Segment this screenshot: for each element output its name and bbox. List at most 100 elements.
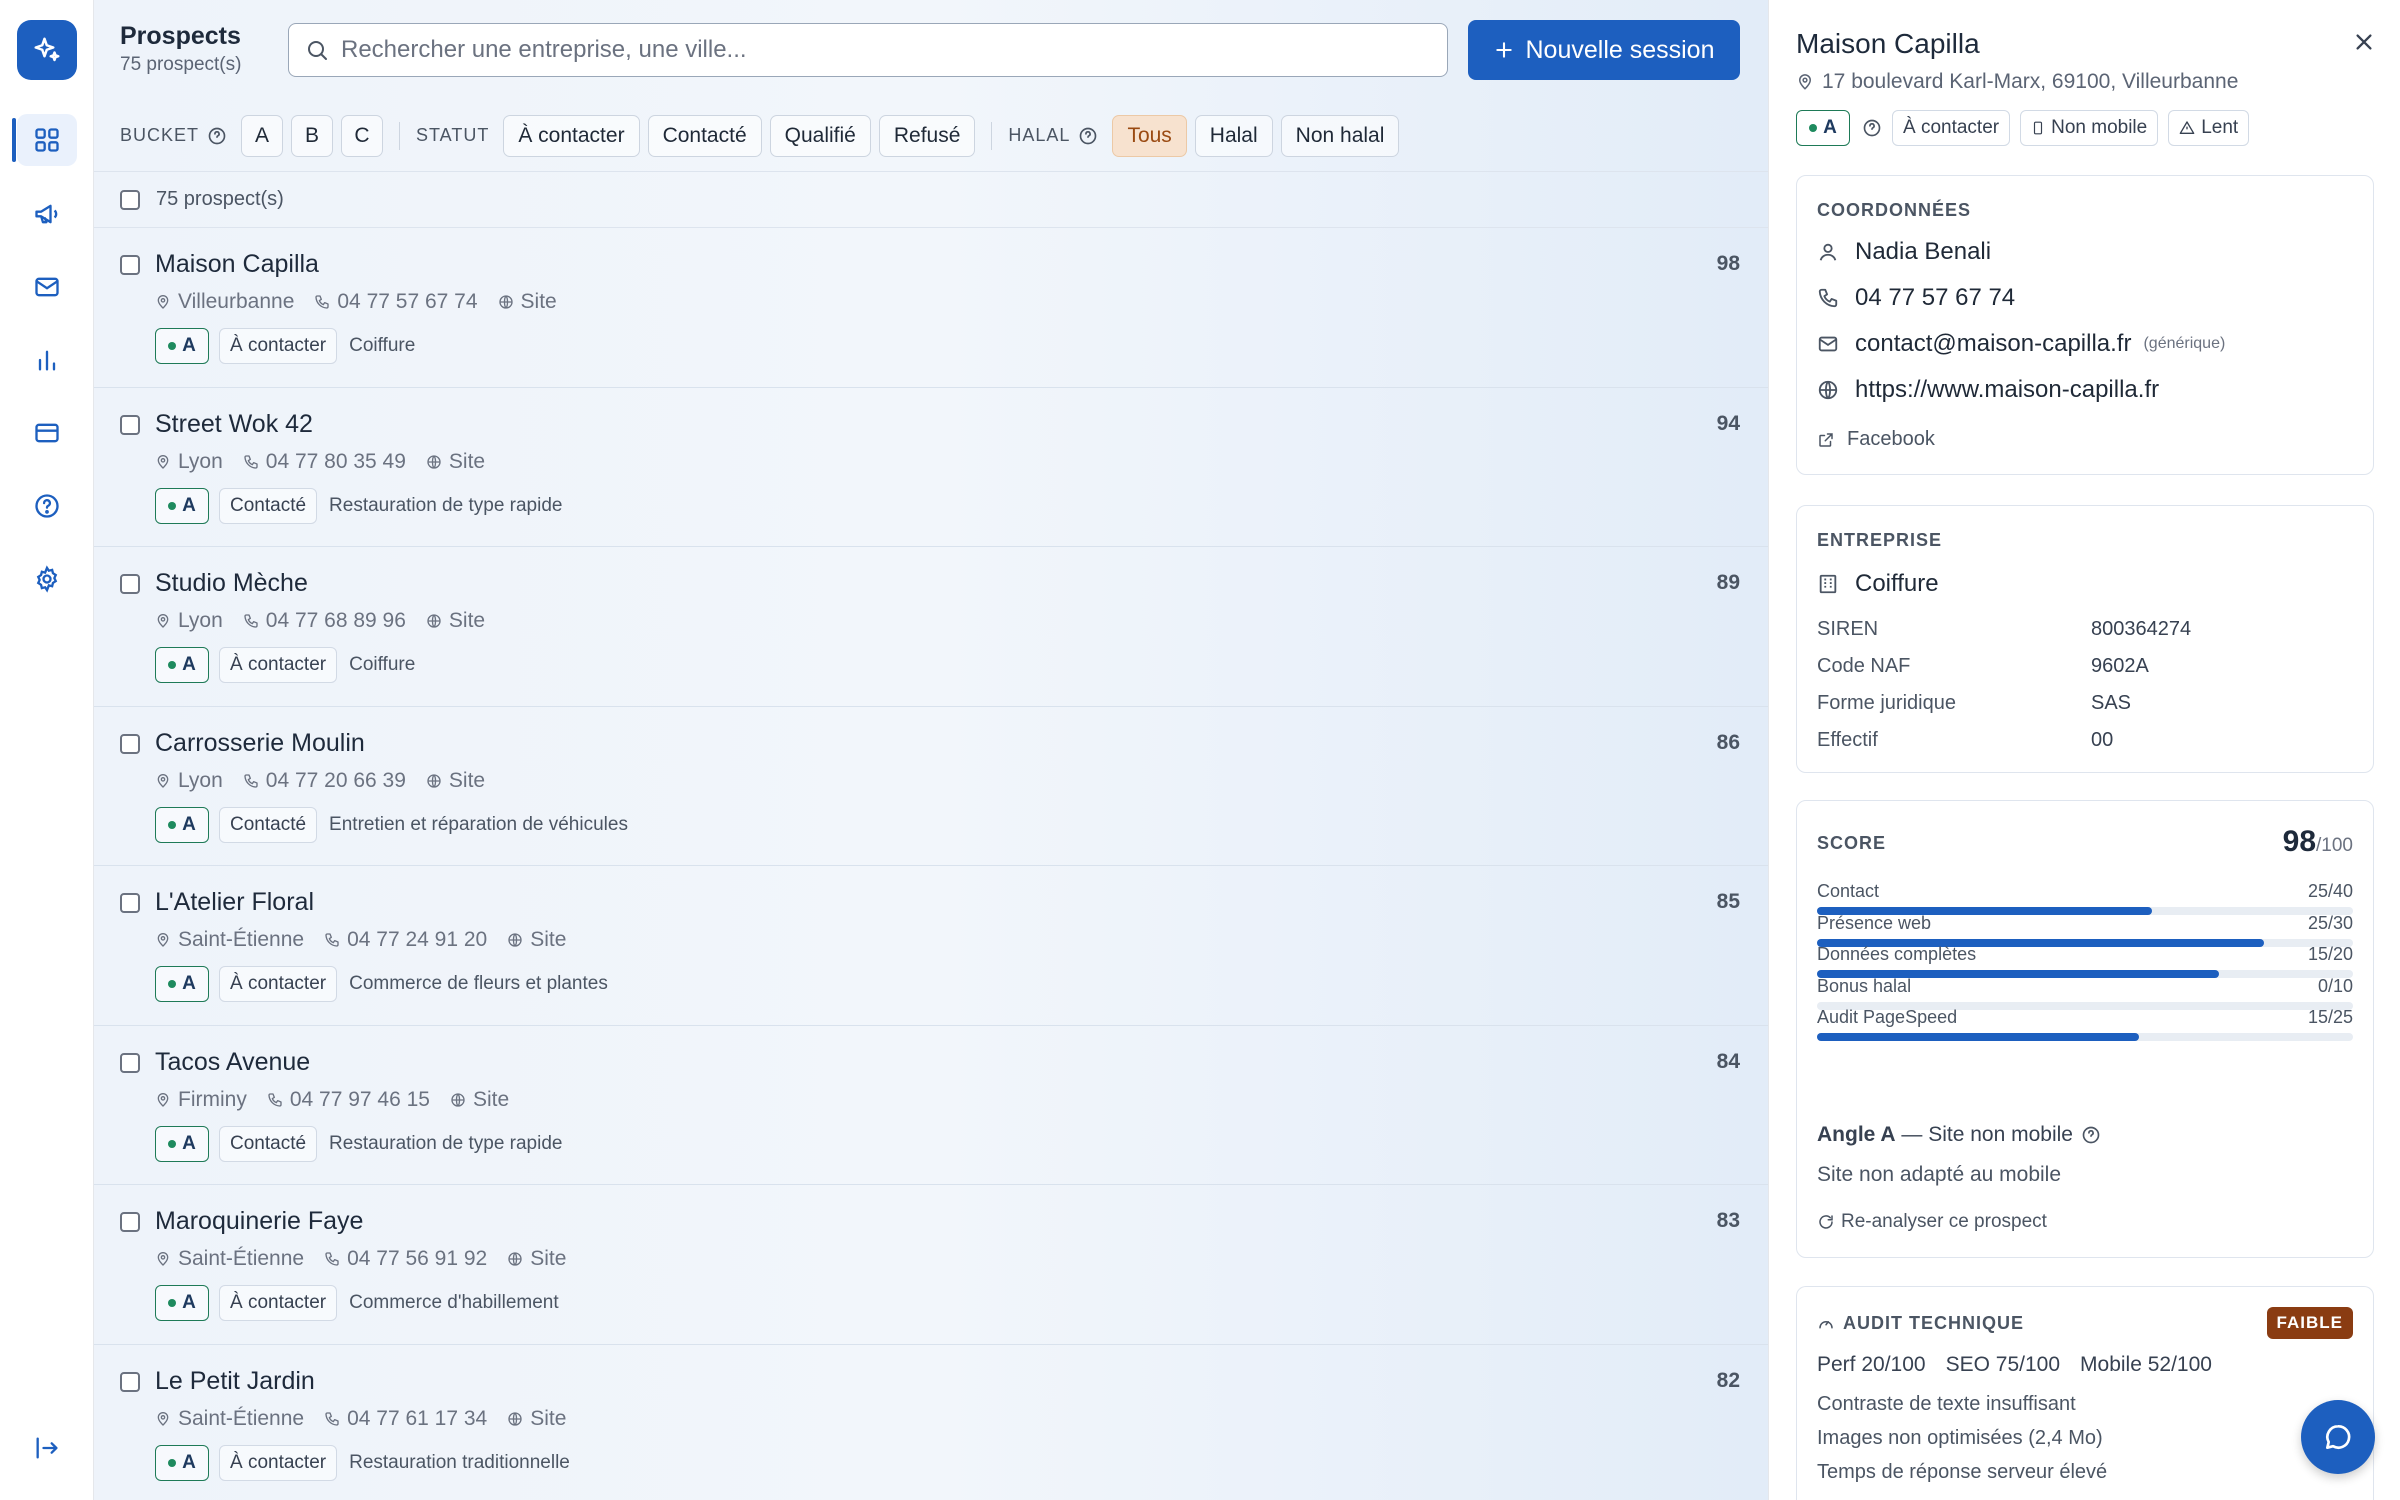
new-session-button[interactable]: Nouvelle session bbox=[1468, 20, 1740, 80]
prospect-site[interactable]: Site bbox=[507, 1407, 566, 1431]
status-chip-a-contacter[interactable]: À contacter bbox=[503, 114, 640, 157]
prospect-row[interactable]: Tacos Avenue 84 Firminy 04 77 97 46 15 Site A… bbox=[94, 1026, 1768, 1185]
prospect-city-text: Saint-Étienne bbox=[178, 928, 305, 951]
row-checkbox[interactable] bbox=[120, 1371, 140, 1392]
globe-icon bbox=[426, 613, 442, 629]
prospect-name[interactable]: Maroquinerie Faye bbox=[155, 1207, 363, 1236]
angle-description: Site non adapté au mobile bbox=[1817, 1163, 2062, 1186]
facebook-link[interactable]: Facebook bbox=[1817, 428, 1935, 451]
halal-chip-non-halal[interactable]: Non halal bbox=[1280, 114, 1400, 157]
help-icon[interactable] bbox=[2081, 1125, 2101, 1145]
prospect-row[interactable]: Street Wok 42 94 Lyon 04 77 80 35 49 Site A Co… bbox=[94, 388, 1768, 547]
status-tag: À contacter bbox=[219, 1444, 338, 1481]
status-dot bbox=[168, 1299, 177, 1307]
chat-button[interactable] bbox=[2301, 1400, 2375, 1474]
prospect-city-text: Firminy bbox=[178, 1087, 247, 1111]
prospect-name[interactable]: Carrosserie Moulin bbox=[155, 729, 365, 758]
help-icon[interactable] bbox=[207, 126, 227, 146]
halal-chip-tous[interactable]: Tous bbox=[1112, 114, 1187, 157]
settings-icon bbox=[33, 565, 61, 593]
prospect-site[interactable]: Site bbox=[498, 290, 557, 314]
audit-severity-badge: FAIBLE bbox=[2266, 1307, 2353, 1339]
angle-text: — Site non mobile bbox=[1895, 1123, 2073, 1146]
prospect-site[interactable]: Site bbox=[426, 450, 485, 474]
prospect-name[interactable]: Street Wok 42 bbox=[155, 410, 313, 439]
bucket-chip-b[interactable]: B bbox=[291, 114, 334, 157]
nav-dashboard[interactable] bbox=[0, 110, 94, 170]
search-input[interactable] bbox=[341, 36, 1421, 64]
status-chip-qualifie[interactable]: Qualifié bbox=[769, 114, 871, 157]
prospect-row[interactable]: Studio Mèche 89 Lyon 04 77 68 89 96 Site A À c… bbox=[94, 547, 1768, 707]
nav-billing[interactable] bbox=[0, 403, 94, 463]
close-icon[interactable] bbox=[2350, 28, 2378, 56]
search-box[interactable] bbox=[288, 23, 1448, 77]
prospect-score: 98 bbox=[1716, 252, 1740, 275]
prospect-row[interactable]: Maison Capilla 98 Villeurbanne 04 77 57 67 … bbox=[94, 228, 1768, 388]
prospect-name[interactable]: Maison Capilla bbox=[155, 250, 319, 279]
map-pin-icon bbox=[155, 773, 171, 789]
score-bar-fill bbox=[1817, 1033, 2139, 1041]
audit-seo: SEO 75/100 bbox=[1945, 1353, 2061, 1376]
prospect-tags: A À contacter Coiffure bbox=[155, 647, 415, 683]
prospect-row[interactable]: L'Atelier Floral 85 Saint-Étienne 04 77 24 … bbox=[94, 866, 1768, 1026]
nav-campaigns[interactable] bbox=[0, 184, 94, 244]
prospect-name[interactable]: Studio Mèche bbox=[155, 569, 308, 598]
prospect-row[interactable]: Maroquinerie Faye 83 Saint-Étienne 04 77 56… bbox=[94, 1185, 1768, 1345]
row-checkbox[interactable] bbox=[120, 893, 140, 913]
search-icon bbox=[305, 38, 329, 62]
contact-email[interactable]: contact@maison-capilla.fr (générique) bbox=[1817, 330, 2225, 358]
nav-settings[interactable] bbox=[0, 549, 94, 609]
row-checkbox[interactable] bbox=[120, 255, 140, 275]
bucket-chip-a[interactable]: A bbox=[241, 114, 284, 157]
row-checkbox[interactable] bbox=[120, 1212, 140, 1232]
prospect-site[interactable]: Site bbox=[426, 769, 485, 793]
reanalyze-label: Re-analyser ce prospect bbox=[1841, 1211, 2047, 1232]
building-icon bbox=[1817, 573, 1839, 595]
status-chip-refuse[interactable]: Refusé bbox=[878, 114, 976, 157]
nav-stats[interactable] bbox=[0, 330, 94, 390]
score-component-value: 15/20 bbox=[2307, 944, 2353, 964]
help-icon[interactable] bbox=[1078, 126, 1098, 146]
page-subtitle: 75 prospect(s) bbox=[120, 54, 242, 75]
status-dot bbox=[168, 501, 177, 510]
contact-email-address: contact@maison-capilla.fr bbox=[1855, 330, 2132, 357]
nav-help[interactable] bbox=[0, 476, 94, 536]
bucket-chip-c[interactable]: C bbox=[341, 114, 384, 157]
contact-website[interactable]: https://www.maison-capilla.fr bbox=[1817, 376, 2159, 404]
prospect-name[interactable]: L'Atelier Floral bbox=[155, 888, 314, 917]
row-checkbox[interactable] bbox=[120, 733, 140, 754]
help-icon[interactable] bbox=[1862, 118, 1882, 138]
phone-icon bbox=[243, 613, 259, 629]
status-chip-contacte[interactable]: Contacté bbox=[647, 114, 762, 157]
row-checkbox[interactable] bbox=[120, 574, 140, 594]
status-tag: À contacter bbox=[219, 328, 338, 364]
prospect-site[interactable]: Site bbox=[507, 928, 566, 952]
prospect-meta: Saint-Étienne 04 77 24 91 20 Site bbox=[155, 928, 586, 952]
refresh-icon bbox=[1817, 1213, 1835, 1231]
prospect-name[interactable]: Le Petit Jardin bbox=[155, 1367, 315, 1396]
halal-chip-halal[interactable]: Halal bbox=[1194, 114, 1273, 157]
row-checkbox[interactable] bbox=[120, 1052, 140, 1073]
prospect-name[interactable]: Tacos Avenue bbox=[155, 1048, 310, 1077]
prospect-city: Lyon bbox=[155, 450, 223, 474]
globe-icon bbox=[507, 1251, 523, 1267]
row-checkbox[interactable] bbox=[120, 414, 140, 435]
status-dot bbox=[168, 342, 177, 350]
new-session-label: Nouvelle session bbox=[1525, 35, 1715, 64]
prospect-row[interactable]: Le Petit Jardin 82 Saint-Étienne 04 77 61 1… bbox=[94, 1345, 1768, 1500]
reanalyze-link[interactable]: Re-analyser ce prospect bbox=[1817, 1211, 2047, 1233]
nav-mail[interactable] bbox=[0, 257, 94, 317]
bucket-badge-label: A bbox=[182, 973, 196, 994]
company-category-text: Coiffure bbox=[1855, 570, 1939, 597]
nav-logout[interactable] bbox=[0, 1418, 94, 1478]
bucket-badge: A bbox=[155, 806, 209, 843]
contact-phone[interactable]: 04 77 57 67 74 bbox=[1817, 284, 2015, 312]
app-logo[interactable] bbox=[17, 20, 77, 80]
prospect-site[interactable]: Site bbox=[450, 1088, 509, 1112]
prospect-row[interactable]: Carrosserie Moulin 86 Lyon 04 77 20 66 39 Si… bbox=[94, 707, 1768, 866]
prospect-site[interactable]: Site bbox=[426, 609, 485, 633]
prospect-site[interactable]: Site bbox=[507, 1247, 566, 1271]
help-icon bbox=[33, 492, 61, 520]
prospects-main: Prospects 75 prospect(s) Nouvelle sessio… bbox=[94, 0, 1768, 1500]
select-all-checkbox[interactable] bbox=[120, 189, 140, 210]
